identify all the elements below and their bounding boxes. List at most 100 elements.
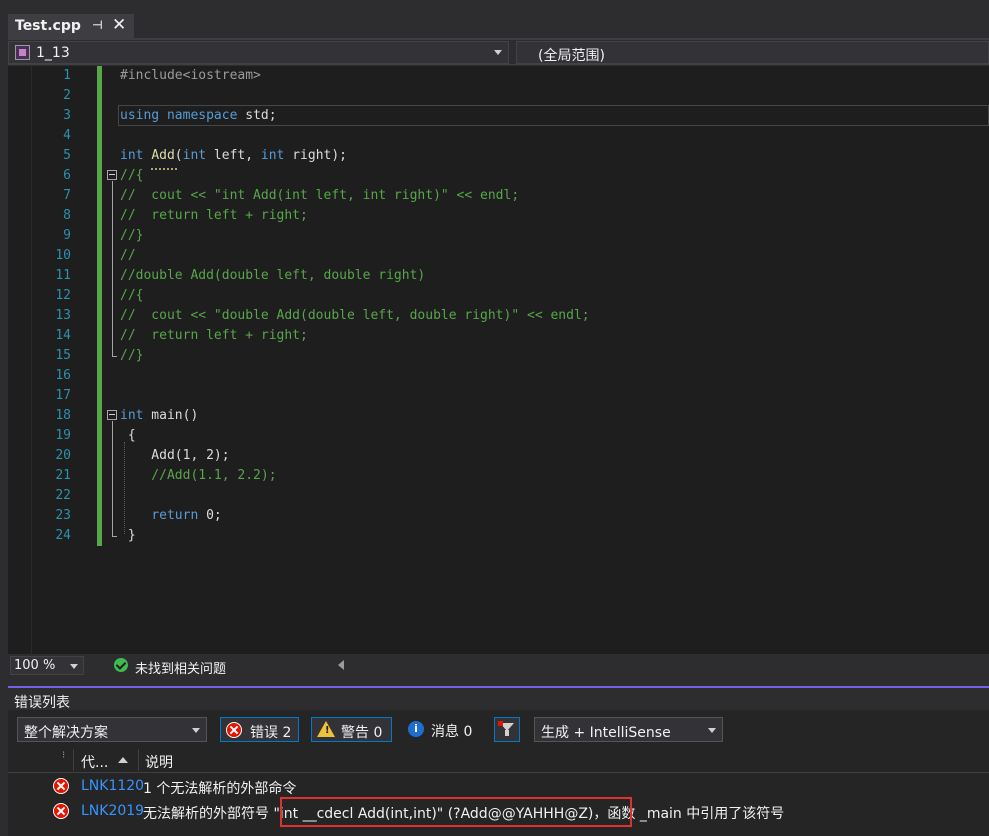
- scope-label: (全局范围): [538, 48, 605, 64]
- column-header-code[interactable]: 代...: [81, 752, 108, 772]
- line-number-gutter: 1 2 3 4 5 6 7 8 9 10 11 12 13 14 15 16 17 18 19 20 21 22 23 24: [32, 66, 76, 654]
- code-line[interactable]: int Add(int left, int right);: [120, 146, 347, 166]
- code-line[interactable]: int main(): [120, 406, 198, 426]
- change-tracking-bar: [97, 66, 102, 546]
- intellisense-squiggle: [151, 167, 177, 170]
- code-line[interactable]: return 0;: [120, 506, 221, 526]
- pin-icon[interactable]: ⊣: [92, 18, 103, 32]
- build-source-dropdown[interactable]: 生成 + IntelliSense: [534, 717, 723, 742]
- warning-icon: !: [317, 721, 335, 737]
- code-line[interactable]: //: [120, 246, 136, 266]
- line-number: 11: [55, 268, 71, 283]
- code-token: //}: [120, 228, 144, 243]
- line-number: 5: [63, 148, 71, 163]
- fold-line: [112, 181, 113, 357]
- code-token: main(): [143, 408, 199, 423]
- filter-active-icon: [498, 721, 503, 726]
- warning-glyph: !: [325, 725, 330, 736]
- code-line[interactable]: #include<iostream>: [120, 66, 261, 86]
- line-number: 16: [55, 368, 71, 383]
- code-token: //{: [120, 288, 144, 303]
- document-tab-strip: [0, 0, 989, 38]
- line-number: 17: [55, 388, 71, 403]
- code-line[interactable]: // return left + right;: [120, 206, 308, 226]
- zoom-dropdown[interactable]: 100 %: [10, 656, 84, 675]
- column-separator[interactable]: [138, 749, 139, 771]
- filter-icon-stem: [505, 730, 509, 736]
- column-grip-icon[interactable]: ⁝: [62, 750, 65, 761]
- collapse-icon[interactable]: [107, 410, 117, 420]
- code-token: //double Add(double left, double right): [120, 268, 426, 283]
- code-line[interactable]: //double Add(double left, double right): [120, 266, 425, 286]
- code-token: // return left + right;: [120, 208, 308, 223]
- code-line[interactable]: // return left + right;: [120, 326, 308, 346]
- code-line[interactable]: //{: [120, 286, 143, 306]
- error-icon: [53, 803, 69, 819]
- scroll-left-icon[interactable]: [338, 660, 344, 670]
- filter-toggle-button[interactable]: [494, 717, 520, 742]
- line-number: 18: [55, 408, 71, 423]
- zoom-level: 100 %: [14, 658, 56, 673]
- code-token: }: [120, 528, 136, 543]
- code-token: //Add(1.1, 2.2);: [120, 468, 277, 483]
- line-number: 10: [55, 248, 71, 263]
- messages-label: 消息 0: [431, 724, 473, 740]
- visual-studio-window: Test.cpp ⊣ ✕ 1_13 (全局范围) 1 2 3 4 5 6 7 8 9 10 11 12…: [0, 0, 989, 836]
- error-code[interactable]: LNK2019: [81, 803, 145, 819]
- warnings-filter-button[interactable]: ! 警告 0: [311, 717, 392, 742]
- code-line[interactable]: using namespace std;: [120, 106, 277, 126]
- column-header-description[interactable]: 说明: [145, 752, 173, 772]
- line-number: 9: [63, 228, 71, 243]
- code-line[interactable]: //}: [120, 226, 143, 246]
- code-line[interactable]: //{: [120, 166, 143, 186]
- column-separator[interactable]: [73, 749, 74, 771]
- fold-line: [112, 421, 113, 537]
- line-number: 12: [55, 288, 71, 303]
- errors-filter-button[interactable]: 错误 2: [220, 717, 299, 742]
- chevron-down-icon: [708, 728, 716, 733]
- code-line[interactable]: Add(1, 2);: [120, 446, 230, 466]
- project-name: 1_13: [36, 45, 70, 61]
- code-line[interactable]: //Add(1.1, 2.2);: [120, 466, 277, 486]
- code-line[interactable]: {: [120, 426, 136, 446]
- solution-scope-dropdown[interactable]: 整个解决方案: [17, 717, 207, 742]
- indent-guide: [124, 442, 125, 534]
- issues-status[interactable]: 未找到相关问题: [135, 658, 226, 677]
- line-number: 2: [63, 88, 71, 103]
- code-line[interactable]: // cout << "int Add(int left, int right)…: [120, 186, 519, 206]
- code-token: int: [260, 148, 285, 163]
- info-icon: i: [408, 721, 424, 737]
- close-icon[interactable]: ✕: [112, 15, 126, 35]
- project-dropdown[interactable]: 1_13: [8, 41, 509, 64]
- chevron-down-icon: [70, 664, 78, 669]
- fold-end-tick: [112, 536, 117, 537]
- code-token: std;: [237, 108, 277, 123]
- tab-test-cpp[interactable]: Test.cpp ⊣ ✕: [8, 14, 134, 38]
- line-number: 4: [63, 128, 71, 143]
- error-icon: [226, 722, 242, 738]
- collapse-icon[interactable]: [107, 170, 117, 180]
- line-number: 7: [63, 188, 71, 203]
- code-line[interactable]: }: [120, 526, 136, 546]
- code-token: Add: [151, 148, 175, 163]
- code-line[interactable]: // cout << "double Add(double left, doub…: [120, 306, 590, 326]
- code-token: right);: [284, 148, 348, 163]
- error-row[interactable]: LNK1120 1 个无法解析的外部命令: [8, 774, 989, 799]
- line-number: 24: [55, 528, 71, 543]
- line-number: 23: [55, 508, 71, 523]
- scope-dropdown[interactable]: (全局范围): [516, 41, 989, 64]
- line-number: 8: [63, 208, 71, 223]
- project-icon: [15, 45, 30, 60]
- warnings-label: 警告 0: [341, 725, 383, 741]
- errors-label: 错误 2: [250, 725, 292, 741]
- line-number: 19: [55, 428, 71, 443]
- code-token: namespace: [166, 108, 238, 123]
- messages-filter-button[interactable]: i 消息 0: [404, 717, 484, 742]
- code-line[interactable]: //}: [120, 346, 143, 366]
- sort-ascending-icon: [118, 757, 128, 763]
- error-code[interactable]: LNK1120: [81, 778, 145, 794]
- tab-title: Test.cpp: [15, 18, 81, 34]
- code-token: Add(1, 2);: [120, 448, 230, 463]
- horizontal-scrollbar[interactable]: [333, 656, 989, 675]
